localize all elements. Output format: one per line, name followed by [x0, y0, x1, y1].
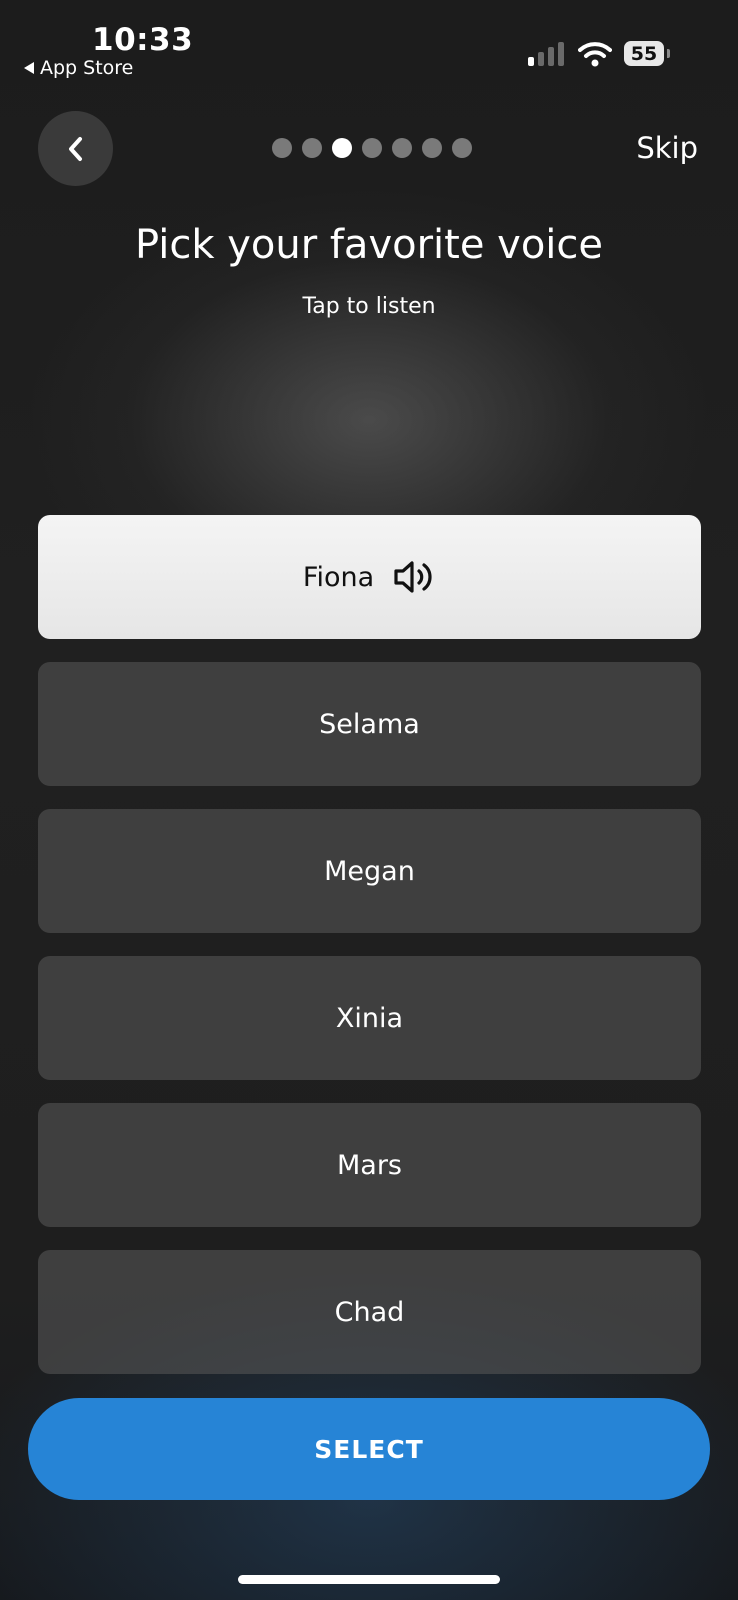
home-indicator — [238, 1575, 500, 1584]
page-title: Pick your favorite voice — [134, 222, 604, 268]
voice-name: Selama — [319, 708, 420, 740]
voice-option-chad[interactable]: Chad — [38, 1250, 701, 1374]
back-to-app-link[interactable]: App Store — [24, 57, 133, 79]
select-button[interactable]: SELECT — [28, 1398, 710, 1500]
progress-dot — [392, 138, 412, 158]
page-subtitle: Tap to listen — [302, 294, 436, 319]
voice-name: Mars — [336, 1149, 402, 1181]
progress-dot — [422, 138, 442, 158]
battery-level: 55 — [624, 41, 664, 66]
speaker-icon — [394, 561, 432, 593]
progress-dot-active — [332, 138, 352, 158]
progress-dot — [272, 138, 292, 158]
progress-dots — [272, 138, 472, 158]
progress-dot — [302, 138, 322, 158]
voice-option-fiona[interactable]: Fiona — [38, 515, 701, 639]
voice-name: Megan — [324, 855, 415, 887]
skip-button[interactable]: Skip — [636, 131, 698, 165]
voice-option-xinia[interactable]: Xinia — [38, 956, 701, 1080]
back-button[interactable] — [38, 111, 113, 186]
voice-option-megan[interactable]: Megan — [38, 809, 701, 933]
progress-dot — [362, 138, 382, 158]
status-bar: 10:33 App Store 55 — [0, 0, 738, 90]
voice-name: Chad — [334, 1296, 405, 1328]
voice-name: Fiona — [302, 561, 375, 593]
status-time: 10:33 — [92, 22, 194, 58]
voice-option-selama[interactable]: Selama — [38, 662, 701, 786]
progress-dot — [452, 138, 472, 158]
battery-icon: 55 — [624, 41, 670, 66]
voice-option-mars[interactable]: Mars — [38, 1103, 701, 1227]
voice-name: Xinia — [335, 1002, 404, 1034]
back-triangle-icon — [24, 62, 34, 74]
chevron-left-icon — [68, 136, 82, 161]
cellular-signal-icon — [528, 42, 564, 66]
voice-list: Fiona Selama Megan Xinia Mars Chad — [38, 515, 701, 1397]
back-app-label: App Store — [40, 57, 134, 79]
wifi-icon — [578, 42, 612, 67]
